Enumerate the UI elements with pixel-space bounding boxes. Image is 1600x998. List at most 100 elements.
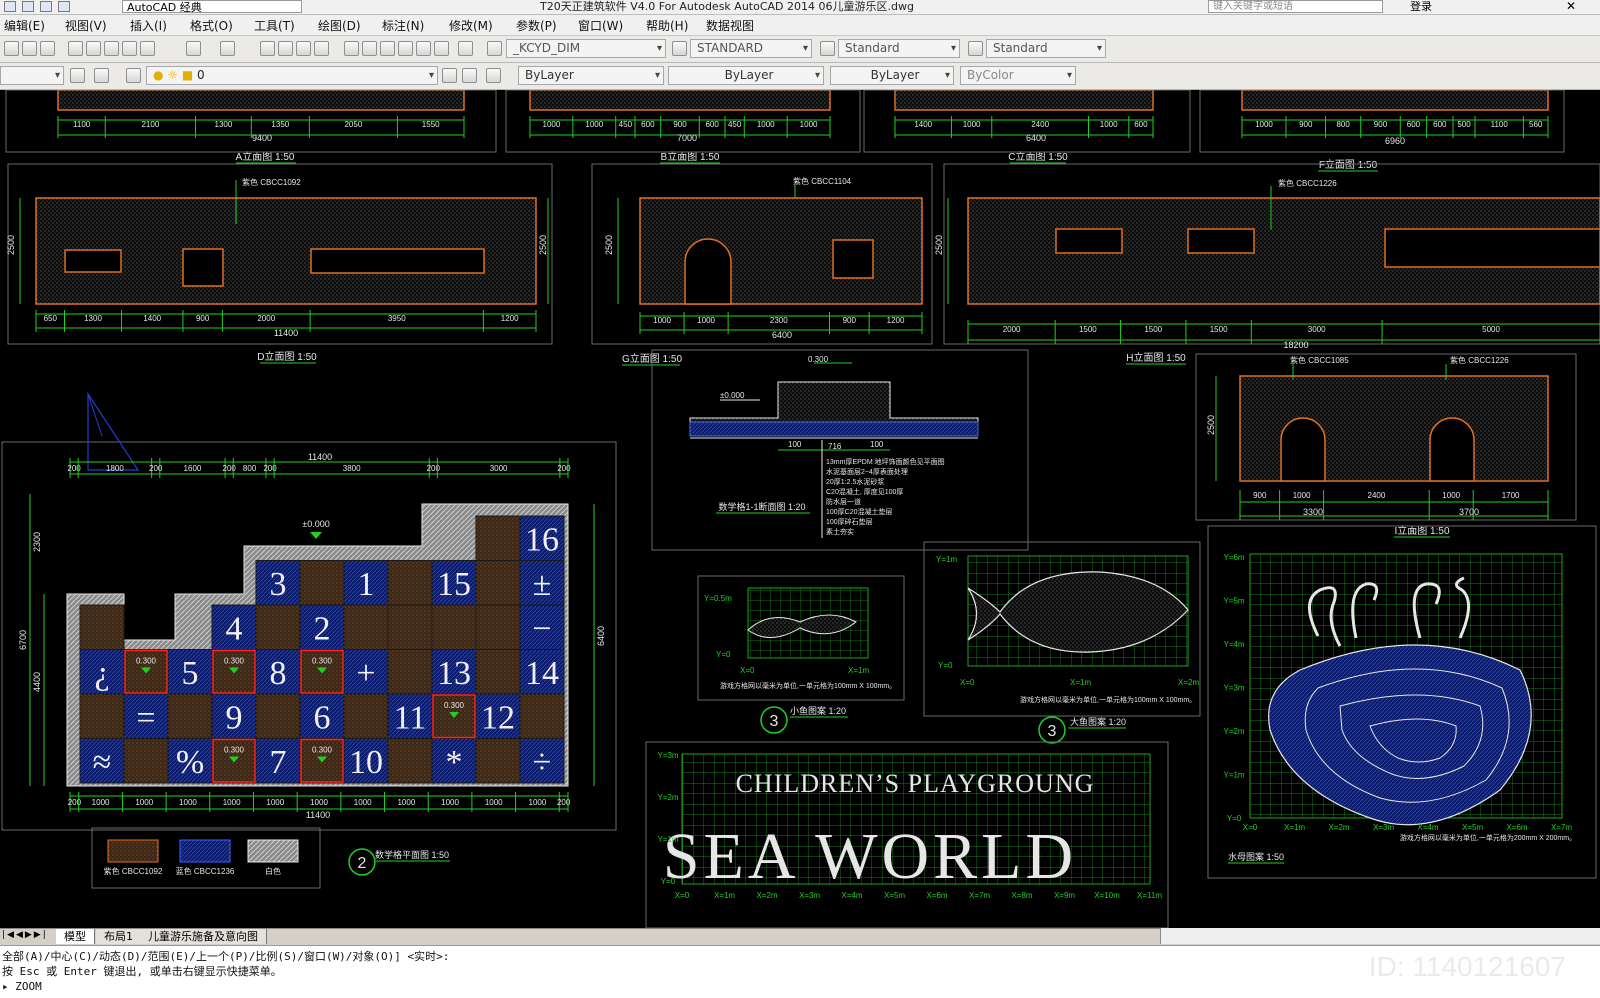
workspace-settings-icon[interactable] [70, 68, 85, 83]
plan-left-sub2: 2300 [32, 532, 42, 552]
dim-height-g: 2500 [604, 235, 614, 255]
menu-insert[interactable]: 插入(I) [130, 17, 167, 34]
pan-icon[interactable] [260, 41, 275, 56]
table-style-icon[interactable] [820, 41, 835, 56]
text-style-icon[interactable] [487, 41, 502, 56]
calculator-icon[interactable] [434, 41, 449, 56]
layer-properties-icon[interactable] [126, 68, 141, 83]
color-select[interactable]: ByLayer [518, 66, 664, 85]
dim-style-select[interactable]: STANDARD [690, 39, 812, 58]
design-center-icon[interactable] [362, 41, 377, 56]
workspace-combo[interactable] [0, 66, 64, 85]
help-icon[interactable] [458, 41, 473, 56]
small-fish-y-0: Y=0 [716, 650, 731, 659]
redo-toolbar-icon[interactable] [220, 41, 235, 56]
horizontal-scrollbar[interactable] [1160, 928, 1600, 944]
multileader-style-select[interactable]: Standard [986, 39, 1106, 58]
layer-select[interactable]: ● ☼ ■ 0 [146, 66, 438, 85]
label-big-fish: 大鱼图案 1:20 [1070, 716, 1126, 727]
layer-previous-icon[interactable] [462, 68, 477, 83]
plan-cell-brown [299, 560, 345, 606]
app-menu-icon[interactable] [4, 1, 16, 12]
legend-purple-swatch [107, 839, 159, 863]
layer-state-icon[interactable] [486, 68, 501, 83]
menu-edit[interactable]: 编辑(E) [4, 17, 45, 34]
menu-parameters[interactable]: 参数(P) [516, 17, 557, 34]
sea-world-x-label: X=2m [756, 891, 777, 900]
dimension-text: 1500 [1079, 325, 1097, 334]
section-dim-3: 100 [870, 440, 884, 449]
sea-world-line2: SEA WORLD [663, 820, 1077, 893]
dim-total-g: 6400 [772, 330, 792, 340]
login-link[interactable]: 登录 [1410, 0, 1432, 13]
menu-modify[interactable]: 修改(M) [449, 17, 493, 34]
markup-icon[interactable] [416, 41, 431, 56]
zoom-previous-icon[interactable] [314, 41, 329, 56]
section-layer-note: 20厚1:2.5水泥砂浆 [826, 477, 884, 486]
dimension-text: 1000 [1442, 491, 1460, 500]
menu-view[interactable]: 视图(V) [65, 17, 107, 34]
dim-total-f: 6960 [1385, 136, 1405, 146]
menu-window[interactable]: 窗口(W) [578, 17, 623, 34]
make-current-layer-icon[interactable] [442, 68, 457, 83]
linetype-select[interactable]: ByLayer [668, 66, 824, 85]
properties-icon[interactable] [344, 41, 359, 56]
section-dim-2: 716 [828, 442, 842, 451]
sea-world-x-label: X=1m [714, 891, 735, 900]
undo-icon[interactable] [40, 1, 52, 12]
plot-icon[interactable] [40, 41, 55, 56]
workspace-select[interactable]: AutoCAD 经典 [122, 0, 302, 14]
tab-layout1[interactable]: 布局1 [96, 929, 142, 944]
open-icon[interactable] [22, 41, 37, 56]
command-line[interactable]: 全部(A)/中心(C)/动态(D)/范围(E)/上一个(P)/比例(S)/窗口(… [0, 945, 1600, 998]
small-fish-x-1: X=1m [848, 666, 869, 675]
dimension-text: 2300 [770, 316, 788, 325]
zoom-window-icon[interactable] [296, 41, 311, 56]
undo-toolbar-icon[interactable] [186, 41, 201, 56]
dimension-text: 1350 [271, 120, 289, 129]
table-style-select[interactable]: Standard [838, 39, 960, 58]
drawing-canvas[interactable]: 1100 2100 1300 1350 2050 1550 9400 A立面图 1:50 … [0, 90, 1600, 928]
tab-layout2[interactable]: 儿童游乐施备及意向图 [140, 929, 267, 944]
window-controls[interactable]: ✕ [1566, 0, 1594, 13]
redo-icon[interactable] [58, 1, 70, 12]
dim-total-h: 18200 [1283, 340, 1308, 350]
label-section: 数学格1-1断面图 1:20 [718, 501, 805, 512]
menu-data-view[interactable]: 数据视图 [706, 17, 754, 34]
menu-dimension[interactable]: 标注(N) [382, 17, 424, 34]
copy-icon[interactable] [86, 41, 101, 56]
menu-tools[interactable]: 工具(T) [254, 17, 295, 34]
new-icon[interactable] [4, 41, 19, 56]
section-layer-note: 素土夯实 [826, 527, 854, 536]
dim-style-icon[interactable] [672, 41, 687, 56]
save-icon[interactable] [22, 1, 34, 12]
plan-cell-symbol: 6 [314, 700, 331, 737]
cad-drawing[interactable]: 1100 2100 1300 1350 2050 1550 9400 A立面图 1:50 … [0, 90, 1600, 928]
menu-draw[interactable]: 绘图(D) [318, 17, 361, 34]
text-style-select[interactable]: _KCYD_DIM [506, 39, 666, 58]
dimension-text: 1300 [84, 314, 102, 323]
search-input[interactable]: 键入关键字或短语 [1208, 0, 1383, 13]
cut-icon[interactable] [68, 41, 83, 56]
elevation-i: 2500 紫色 CBCC1085 紫色 CBCC1226 900 1000 2400… [1195, 353, 1577, 538]
sheet-set-icon[interactable] [398, 41, 413, 56]
dimension-text: 1000 [653, 316, 671, 325]
marker-3-big: 3 [1048, 723, 1057, 740]
tool-palettes-icon[interactable] [380, 41, 395, 56]
zoom-realtime-icon[interactable] [278, 41, 293, 56]
multileader-style-icon[interactable] [968, 41, 983, 56]
dimension-text: 1000 [354, 798, 372, 807]
dimension-text: 1500 [1210, 325, 1228, 334]
lineweight-select[interactable]: ByLayer [830, 66, 954, 85]
plotstyle-select[interactable]: ByColor [960, 66, 1076, 85]
tab-nav-arrows[interactable]: |◀◀▶▶| [2, 930, 48, 940]
block-icon[interactable] [140, 41, 155, 56]
layer-manager-icon[interactable] [94, 68, 109, 83]
match-properties-icon[interactable] [122, 41, 137, 56]
menu-format[interactable]: 格式(O) [190, 17, 233, 34]
sea-world-pattern: CHILDREN’S PLAYGROUNG SEA WORLD Y=3m Y=2m… [645, 741, 1169, 928]
paste-icon[interactable] [104, 41, 119, 56]
tab-model[interactable]: 模型 [56, 929, 95, 944]
menu-help[interactable]: 帮助(H) [646, 17, 688, 34]
command-current: ▸ ZOOM [2, 980, 42, 993]
